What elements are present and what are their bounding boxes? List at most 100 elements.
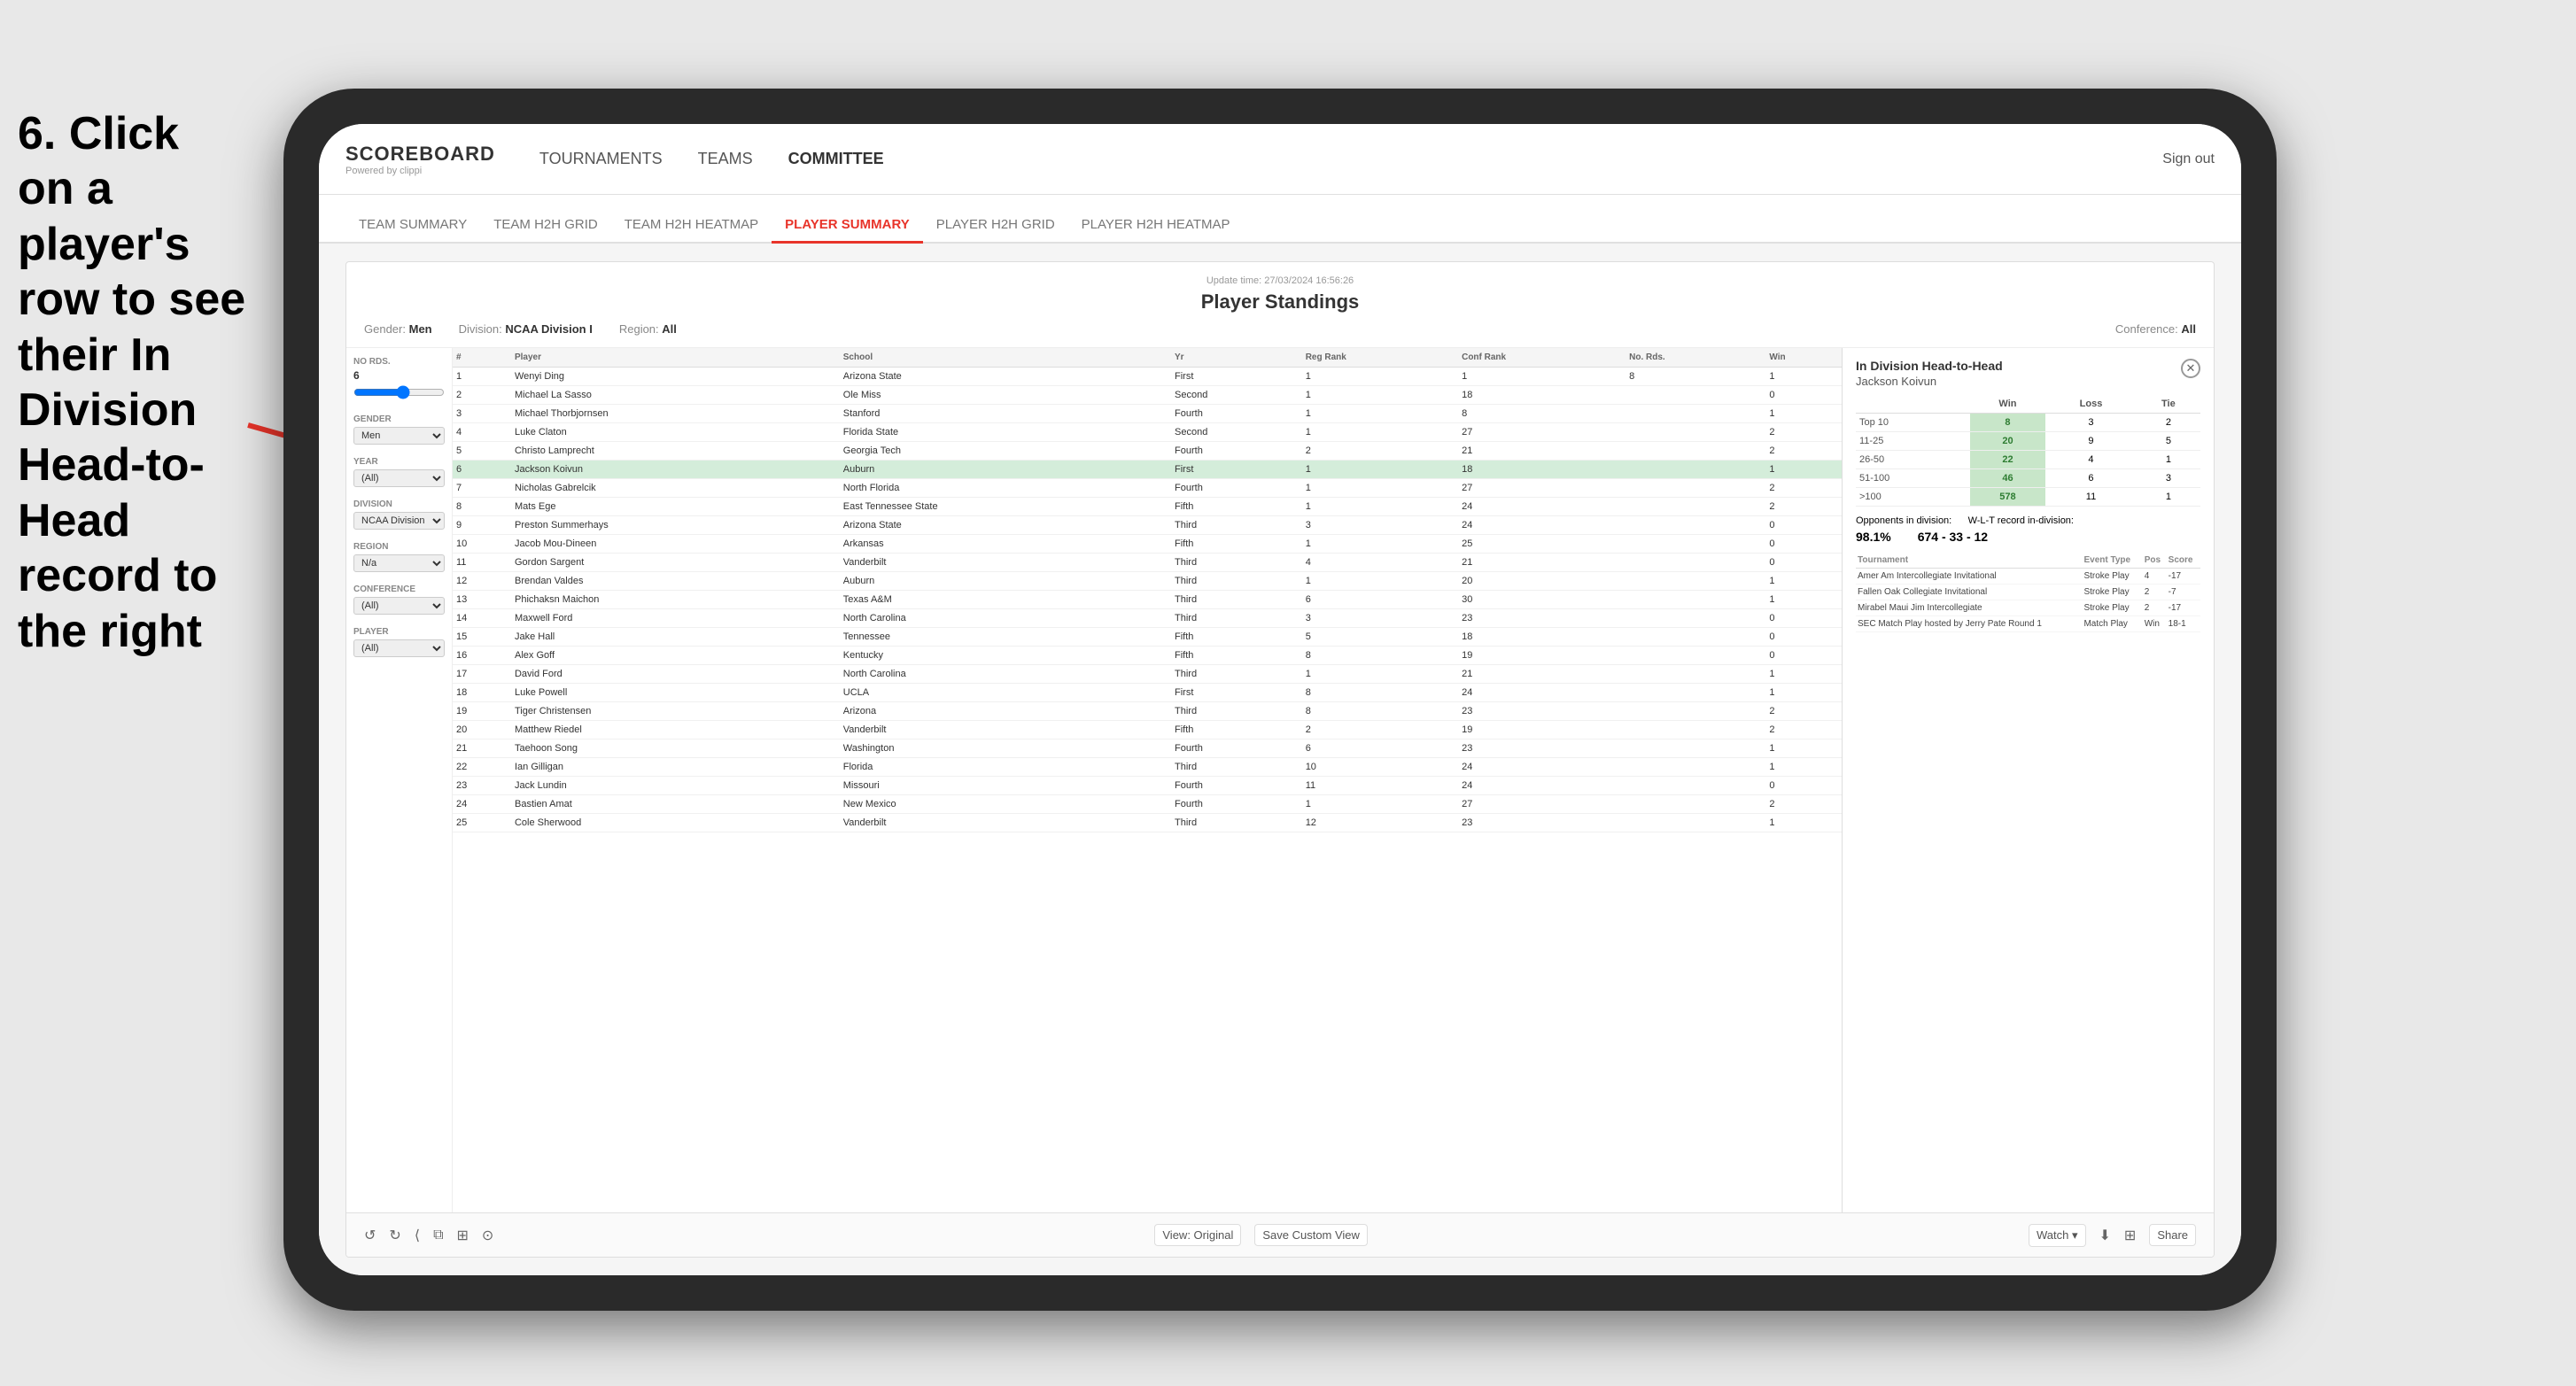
table-row[interactable]: 13 Phichaksn Maichon Texas A&M Third 6 3… bbox=[453, 591, 1842, 609]
event-pos: 2 bbox=[2143, 600, 2167, 616]
watch-button[interactable]: Watch ▾ bbox=[2029, 1224, 2086, 1247]
table-row[interactable]: 17 David Ford North Carolina Third 1 21 … bbox=[453, 665, 1842, 684]
sub-nav-team-h2h-grid[interactable]: TEAM H2H GRID bbox=[480, 208, 611, 244]
event-row: SEC Match Play hosted by Jerry Pate Roun… bbox=[1856, 616, 2200, 632]
cell-school: Florida State bbox=[840, 423, 1171, 442]
sub-nav-player-h2h-grid[interactable]: PLAYER H2H GRID bbox=[923, 208, 1068, 244]
sub-nav-team-summary[interactable]: TEAM SUMMARY bbox=[345, 208, 480, 244]
region-filter-select[interactable]: N/a bbox=[353, 554, 445, 572]
player-filter-select[interactable]: (All) bbox=[353, 639, 445, 657]
cell-reg-rank: 1 bbox=[1302, 405, 1458, 423]
cell-school: Vanderbilt bbox=[840, 814, 1171, 832]
cell-win: 1 bbox=[1765, 739, 1842, 758]
table-row[interactable]: 9 Preston Summerhays Arizona State Third… bbox=[453, 516, 1842, 535]
table-row[interactable]: 18 Luke Powell UCLA First 8 24 1 bbox=[453, 684, 1842, 702]
cell-win: 1 bbox=[1765, 758, 1842, 777]
cell-no-rds bbox=[1626, 498, 1765, 516]
cell-no-rds bbox=[1626, 777, 1765, 795]
table-row[interactable]: 3 Michael Thorbjornsen Stanford Fourth 1… bbox=[453, 405, 1842, 423]
table-row[interactable]: 16 Alex Goff Kentucky Fifth 8 19 0 bbox=[453, 647, 1842, 665]
table-row[interactable]: 10 Jacob Mou-Dineen Arkansas Fifth 1 25 … bbox=[453, 535, 1842, 554]
cell-rank: 19 bbox=[453, 702, 511, 721]
h2h-range: 26-50 bbox=[1856, 451, 1970, 469]
table-row[interactable]: 7 Nicholas Gabrelcik North Florida Fourt… bbox=[453, 479, 1842, 498]
paste-icon[interactable]: ⊞ bbox=[457, 1227, 469, 1244]
sub-nav-team-h2h-heatmap[interactable]: TEAM H2H HEATMAP bbox=[611, 208, 772, 244]
grid-icon[interactable]: ⊞ bbox=[2124, 1227, 2136, 1244]
cell-win: 0 bbox=[1765, 609, 1842, 628]
cell-reg-rank: 1 bbox=[1302, 498, 1458, 516]
table-row[interactable]: 1 Wenyi Ding Arizona State First 1 1 8 1 bbox=[453, 368, 1842, 386]
cell-school: Auburn bbox=[840, 461, 1171, 479]
cell-win: 2 bbox=[1765, 795, 1842, 814]
table-row[interactable]: 8 Mats Ege East Tennessee State Fifth 1 … bbox=[453, 498, 1842, 516]
table-row[interactable]: 25 Cole Sherwood Vanderbilt Third 12 23 … bbox=[453, 814, 1842, 832]
filter-group-no-rds: No Rds. 6 bbox=[353, 357, 445, 402]
redo-icon[interactable]: ↻ bbox=[389, 1227, 400, 1244]
standings-table: # Player School Yr Reg Rank Conf Rank No… bbox=[453, 348, 1842, 832]
table-row[interactable]: 12 Brendan Valdes Auburn Third 1 20 1 bbox=[453, 572, 1842, 591]
cell-conf-rank: 23 bbox=[1458, 739, 1626, 758]
logo-area: SCOREBOARD Powered by clippi bbox=[345, 143, 495, 176]
cell-conf-rank: 19 bbox=[1458, 721, 1626, 739]
nav-tournaments[interactable]: TOURNAMENTS bbox=[539, 145, 663, 173]
update-time-value: 27/03/2024 16:56:26 bbox=[1264, 275, 1354, 286]
table-row[interactable]: 2 Michael La Sasso Ole Miss Second 1 18 … bbox=[453, 386, 1842, 405]
year-filter-select[interactable]: (All) bbox=[353, 469, 445, 487]
cell-conf-rank: 23 bbox=[1458, 609, 1626, 628]
sub-nav-player-h2h-heatmap[interactable]: PLAYER H2H HEATMAP bbox=[1068, 208, 1244, 244]
division-filter-select[interactable]: NCAA Division I bbox=[353, 512, 445, 530]
table-row[interactable]: 24 Bastien Amat New Mexico Fourth 1 27 2 bbox=[453, 795, 1842, 814]
cell-year: Fifth bbox=[1171, 498, 1302, 516]
event-score: -17 bbox=[2167, 569, 2200, 585]
event-col-type: Event Type bbox=[2082, 553, 2142, 569]
save-custom-view-button[interactable]: Save Custom View bbox=[1254, 1224, 1368, 1246]
filter-gender: Gender: Men bbox=[364, 322, 432, 336]
nav-teams[interactable]: TEAMS bbox=[698, 145, 753, 173]
table-row[interactable]: 19 Tiger Christensen Arizona Third 8 23 … bbox=[453, 702, 1842, 721]
table-row[interactable]: 15 Jake Hall Tennessee Fifth 5 18 0 bbox=[453, 628, 1842, 647]
table-row[interactable]: 11 Gordon Sargent Vanderbilt Third 4 21 … bbox=[453, 554, 1842, 572]
no-rds-slider[interactable] bbox=[353, 385, 445, 399]
table-row[interactable]: 23 Jack Lundin Missouri Fourth 11 24 0 bbox=[453, 777, 1842, 795]
gender-filter-select[interactable]: Men bbox=[353, 427, 445, 445]
h2h-tie: 5 bbox=[2137, 432, 2200, 451]
camera-icon[interactable]: ⊙ bbox=[482, 1227, 493, 1244]
table-row[interactable]: 5 Christo Lamprecht Georgia Tech Fourth … bbox=[453, 442, 1842, 461]
download-icon[interactable]: ⬇ bbox=[2099, 1227, 2111, 1244]
conference-filter-select[interactable]: (All) bbox=[353, 597, 445, 615]
cell-school: Florida bbox=[840, 758, 1171, 777]
event-type: Stroke Play bbox=[2082, 585, 2142, 600]
view-original-button[interactable]: View: Original bbox=[1154, 1224, 1241, 1246]
nav-committee[interactable]: COMMITTEE bbox=[788, 145, 884, 173]
cell-conf-rank: 25 bbox=[1458, 535, 1626, 554]
cell-player: Ian Gilligan bbox=[511, 758, 840, 777]
cell-player: Mats Ege bbox=[511, 498, 840, 516]
cell-conf-rank: 1 bbox=[1458, 368, 1626, 386]
table-row[interactable]: 20 Matthew Riedel Vanderbilt Fifth 2 19 … bbox=[453, 721, 1842, 739]
bottom-toolbar: ↺ ↻ ⟨ ⧉ ⊞ ⊙ View: Original Save Custom V… bbox=[346, 1212, 2214, 1257]
undo-icon[interactable]: ↺ bbox=[364, 1227, 376, 1244]
table-row[interactable]: 21 Taehoon Song Washington Fourth 6 23 1 bbox=[453, 739, 1842, 758]
sign-out-button[interactable]: Sign out bbox=[2162, 151, 2215, 167]
cell-rank: 5 bbox=[453, 442, 511, 461]
cell-year: Third bbox=[1171, 516, 1302, 535]
h2h-close-button[interactable]: ✕ bbox=[2181, 359, 2200, 378]
cell-school: Vanderbilt bbox=[840, 721, 1171, 739]
share-button[interactable]: Share bbox=[2149, 1224, 2196, 1246]
table-row[interactable]: 14 Maxwell Ford North Carolina Third 3 2… bbox=[453, 609, 1842, 628]
copy-icon[interactable]: ⧉ bbox=[433, 1227, 443, 1243]
cell-conf-rank: 21 bbox=[1458, 442, 1626, 461]
event-tournament: Mirabel Maui Jim Intercollegiate bbox=[1856, 600, 2082, 616]
table-row[interactable]: 4 Luke Claton Florida State Second 1 27 … bbox=[453, 423, 1842, 442]
cell-rank: 4 bbox=[453, 423, 511, 442]
cell-conf-rank: 27 bbox=[1458, 423, 1626, 442]
cell-year: Fifth bbox=[1171, 535, 1302, 554]
table-row[interactable]: 6 Jackson Koivun Auburn First 1 18 1 bbox=[453, 461, 1842, 479]
sub-nav-player-summary[interactable]: PLAYER SUMMARY bbox=[772, 208, 923, 244]
cell-reg-rank: 1 bbox=[1302, 572, 1458, 591]
event-tournament: Amer Am Intercollegiate Invitational bbox=[1856, 569, 2082, 585]
table-row[interactable]: 22 Ian Gilligan Florida Third 10 24 1 bbox=[453, 758, 1842, 777]
cell-conf-rank: 27 bbox=[1458, 479, 1626, 498]
step-back-icon[interactable]: ⟨ bbox=[415, 1227, 420, 1244]
